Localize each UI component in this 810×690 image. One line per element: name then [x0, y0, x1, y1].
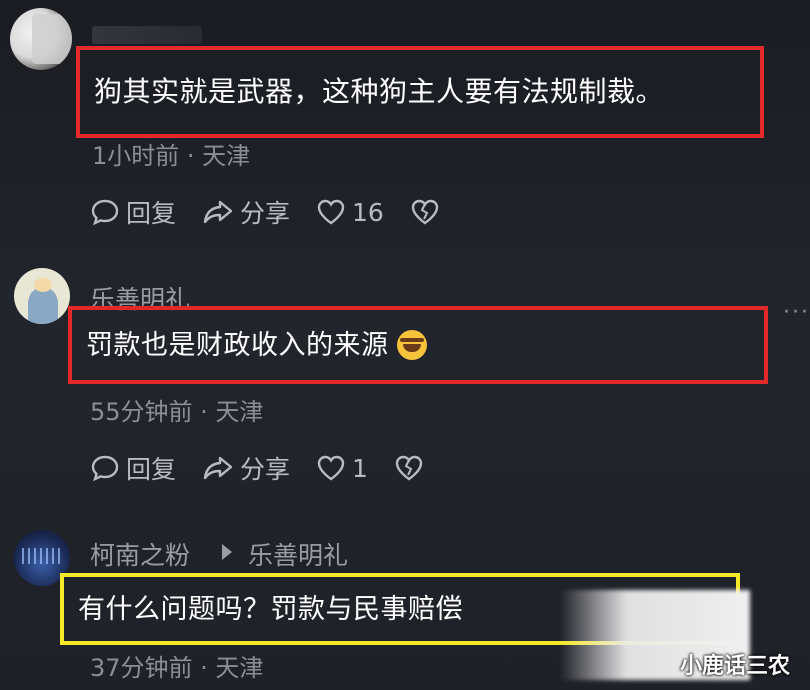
reply-button[interactable]: 回复 [90, 450, 176, 486]
reply-label: 回复 [126, 199, 177, 228]
avatar[interactable] [10, 8, 72, 70]
avatar[interactable] [14, 268, 70, 324]
share-icon [203, 200, 233, 224]
username-blurred [92, 26, 202, 44]
share-label: 分享 [240, 199, 291, 228]
comments-screen: 狗其实就是武器，这种狗主人要有法规制裁。 1小时前 · 天津 回复 分享 16 … [0, 0, 810, 690]
like-button[interactable]: 1 [316, 454, 368, 483]
reply-button[interactable]: 回复 [90, 194, 176, 230]
laughing-emoji-icon [396, 330, 427, 360]
comment-meta: 55分钟前 · 天津 [90, 398, 264, 426]
comment-text: 有什么问题吗？罚款与民事赔偿 [78, 593, 463, 625]
reply-to-username[interactable]: 乐善明礼 [248, 536, 348, 572]
broken-heart-icon [395, 455, 423, 481]
heart-icon [317, 455, 345, 481]
share-icon [203, 456, 233, 480]
comment-actions: 回复 分享 16 [90, 192, 472, 232]
comment-icon [91, 455, 119, 482]
more-dots-icon[interactable]: ··· [783, 300, 810, 325]
heart-icon [317, 199, 345, 225]
share-button[interactable]: 分享 [202, 450, 290, 486]
reply-arrow-icon [222, 544, 232, 560]
comment-text: 狗其实就是武器，这种狗主人要有法规制裁。 [94, 75, 665, 108]
watermark-text: 小鹿话三农 [680, 654, 791, 679]
comment-text-highlighted: 狗其实就是武器，这种狗主人要有法规制裁。 [76, 46, 764, 138]
like-count: 1 [352, 453, 368, 483]
comment-text: 罚款也是财政收入的来源 [86, 329, 389, 361]
share-button[interactable]: 分享 [202, 194, 290, 230]
comment-icon [91, 199, 119, 226]
comment-meta: 37分钟前 · 天津 [90, 654, 264, 682]
like-button[interactable]: 16 [316, 198, 384, 227]
reply-label: 回复 [126, 455, 177, 484]
comment-actions: 回复 分享 1 [90, 448, 456, 488]
like-count: 16 [352, 197, 384, 227]
broken-heart-icon [411, 199, 439, 225]
share-label: 分享 [240, 455, 291, 484]
username[interactable]: 柯南之粉 [90, 536, 190, 572]
dislike-button[interactable] [394, 454, 430, 482]
comment-text-highlighted: 罚款也是财政收入的来源 [68, 306, 768, 384]
comment-meta: 1小时前 · 天津 [92, 142, 251, 170]
dislike-button[interactable] [410, 198, 446, 226]
